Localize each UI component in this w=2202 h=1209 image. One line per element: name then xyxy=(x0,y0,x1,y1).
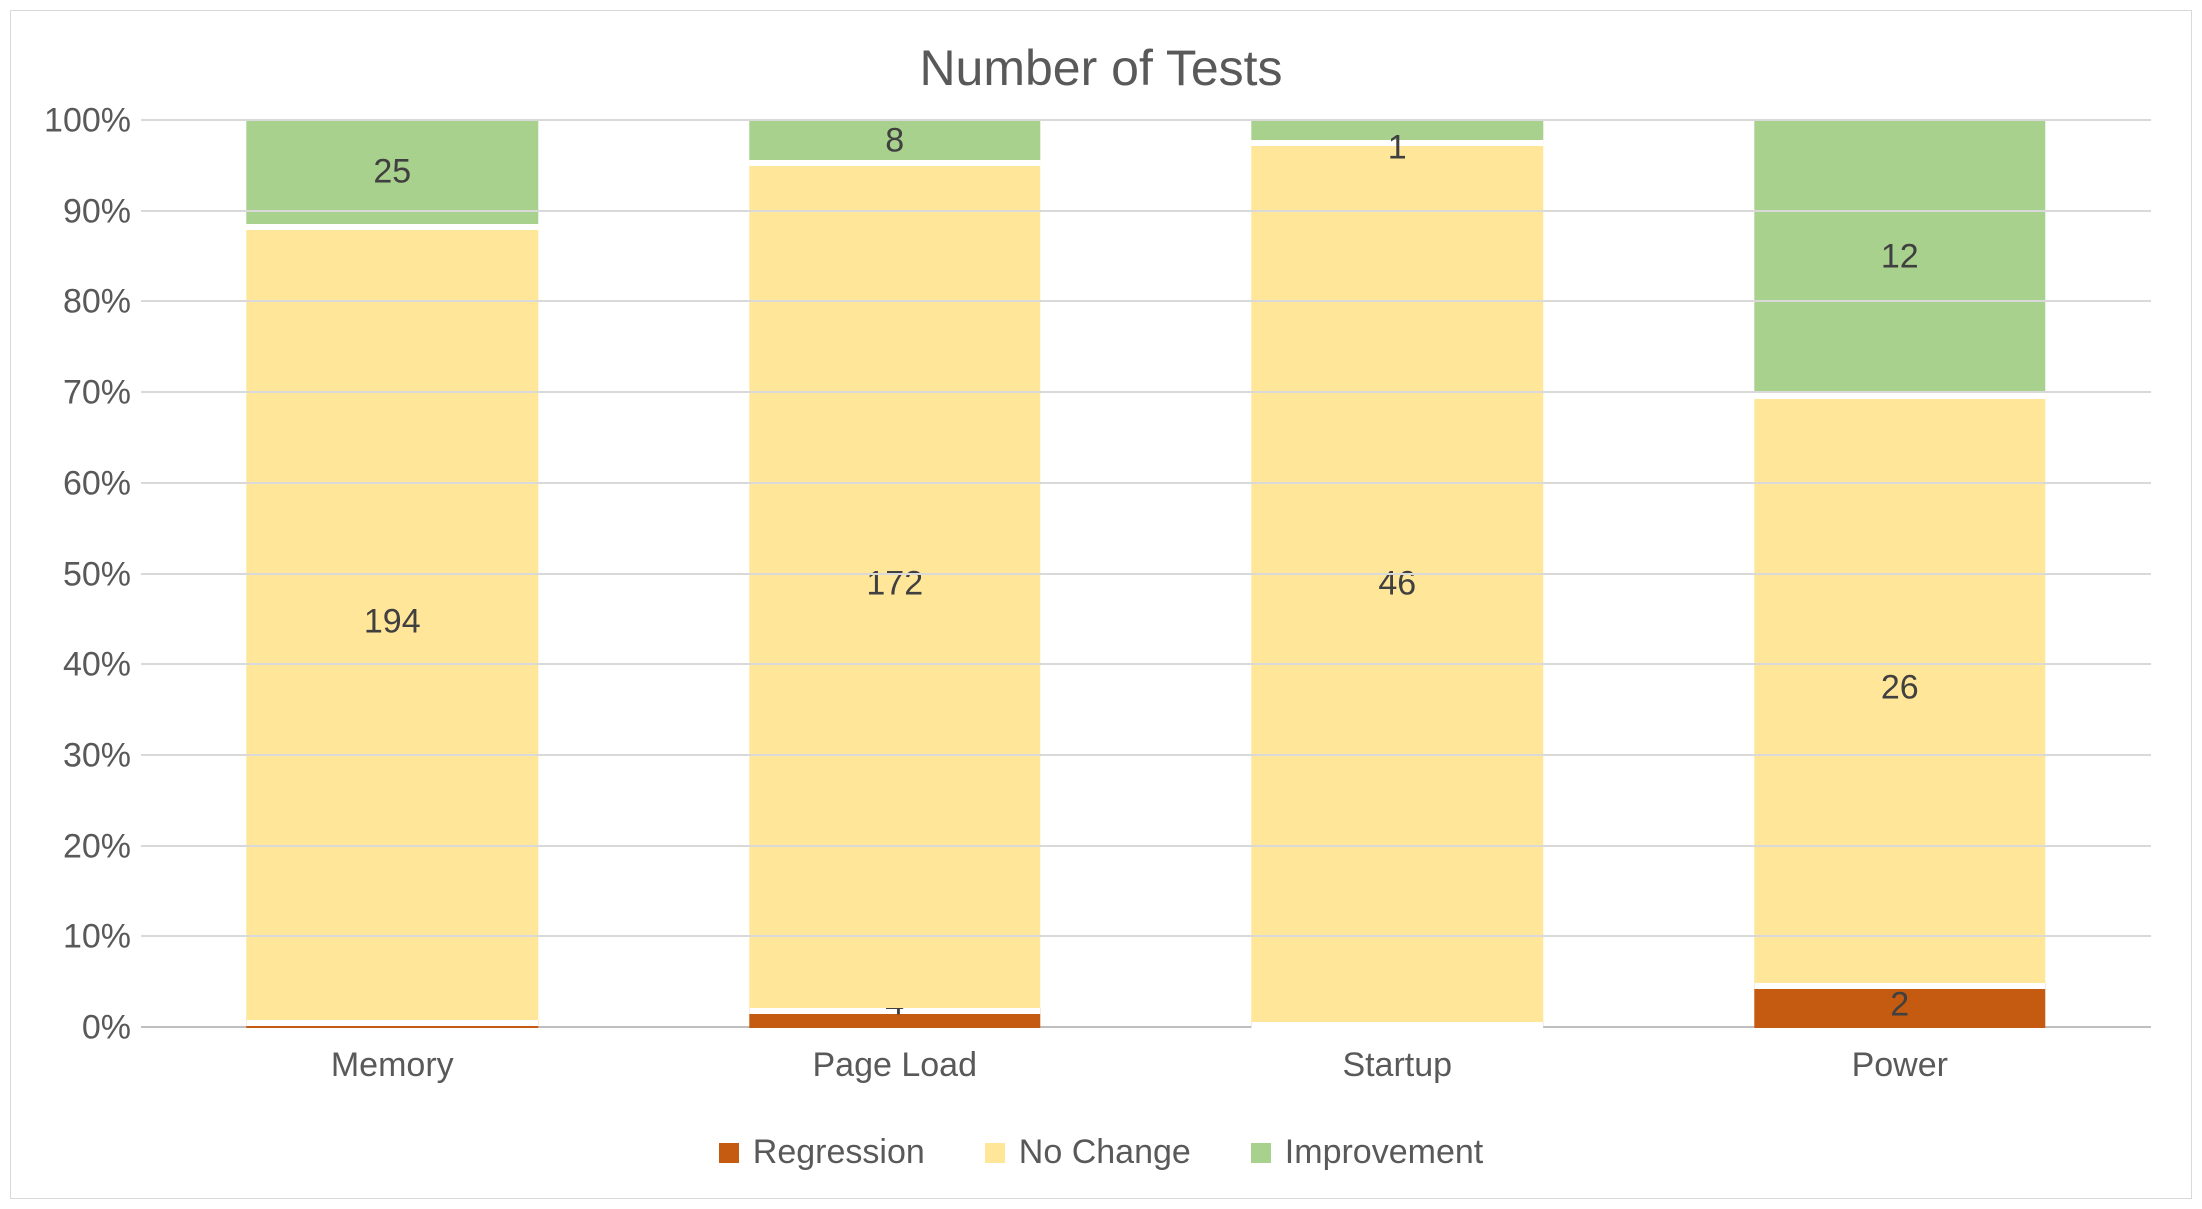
gridline xyxy=(141,391,2151,393)
bar-groups: 219425Memory41728Page Load0461Startup226… xyxy=(141,121,2151,1028)
bar-segment-nochange xyxy=(749,160,1040,1008)
bar-stack: 219425 xyxy=(247,121,538,1028)
y-tick-label: 30% xyxy=(21,736,131,775)
bar-stack: 0461 xyxy=(1252,121,1543,1028)
bar-segment-regression xyxy=(749,1008,1040,1028)
bar-group: 219425Memory xyxy=(141,121,644,1028)
bar-segment-improvement xyxy=(1252,121,1543,140)
legend-label: Regression xyxy=(753,1133,925,1172)
y-tick-label: 70% xyxy=(21,374,131,413)
bar-group: 0461Startup xyxy=(1146,121,1649,1028)
bar-segment-improvement xyxy=(1754,121,2045,393)
legend-item-improvement: Improvement xyxy=(1251,1133,1483,1172)
bar-stack: 22612 xyxy=(1754,121,2045,1028)
legend-swatch xyxy=(985,1143,1005,1163)
bar-segment-nochange xyxy=(1252,140,1543,1022)
bar-segment-improvement xyxy=(247,121,538,224)
chart-title: Number of Tests xyxy=(11,11,2191,97)
chart-frame: Number of Tests 219425Memory41728Page Lo… xyxy=(10,10,2192,1199)
bar-segment-regression xyxy=(247,1020,538,1028)
y-tick-label: 20% xyxy=(21,827,131,866)
legend-swatch xyxy=(1251,1143,1271,1163)
y-tick-label: 40% xyxy=(21,646,131,685)
bar-segment-nochange xyxy=(247,224,538,1020)
gridline xyxy=(141,210,2151,212)
gridline xyxy=(141,754,2151,756)
gridline xyxy=(141,482,2151,484)
y-tick-label: 10% xyxy=(21,918,131,957)
y-tick-label: 60% xyxy=(21,464,131,503)
bar-stack: 41728 xyxy=(749,121,1040,1028)
legend-item-regression: Regression xyxy=(719,1133,925,1172)
gridline xyxy=(141,935,2151,937)
x-tick-label: Page Load xyxy=(813,1028,978,1085)
legend-label: Improvement xyxy=(1285,1133,1483,1172)
legend-swatch xyxy=(719,1143,739,1163)
bar-segment-regression xyxy=(1754,983,2045,1028)
legend-label: No Change xyxy=(1019,1133,1191,1172)
x-tick-label: Power xyxy=(1852,1028,1948,1085)
gridline xyxy=(141,300,2151,302)
bar-segment-improvement xyxy=(749,121,1040,160)
y-tick-label: 50% xyxy=(21,555,131,594)
y-tick-label: 100% xyxy=(21,102,131,141)
legend: Regression No Change Improvement xyxy=(11,1133,2191,1172)
gridline xyxy=(141,573,2151,575)
gridline xyxy=(141,119,2151,121)
x-tick-label: Memory xyxy=(331,1028,454,1085)
bar-group: 22612Power xyxy=(1649,121,2152,1028)
gridline xyxy=(141,845,2151,847)
gridline xyxy=(141,663,2151,665)
plot-area: 219425Memory41728Page Load0461Startup226… xyxy=(141,121,2151,1028)
legend-item-nochange: No Change xyxy=(985,1133,1191,1172)
y-tick-label: 0% xyxy=(21,1009,131,1048)
y-tick-label: 80% xyxy=(21,283,131,322)
bar-group: 41728Page Load xyxy=(644,121,1147,1028)
y-tick-label: 90% xyxy=(21,192,131,231)
x-tick-label: Startup xyxy=(1342,1028,1452,1085)
